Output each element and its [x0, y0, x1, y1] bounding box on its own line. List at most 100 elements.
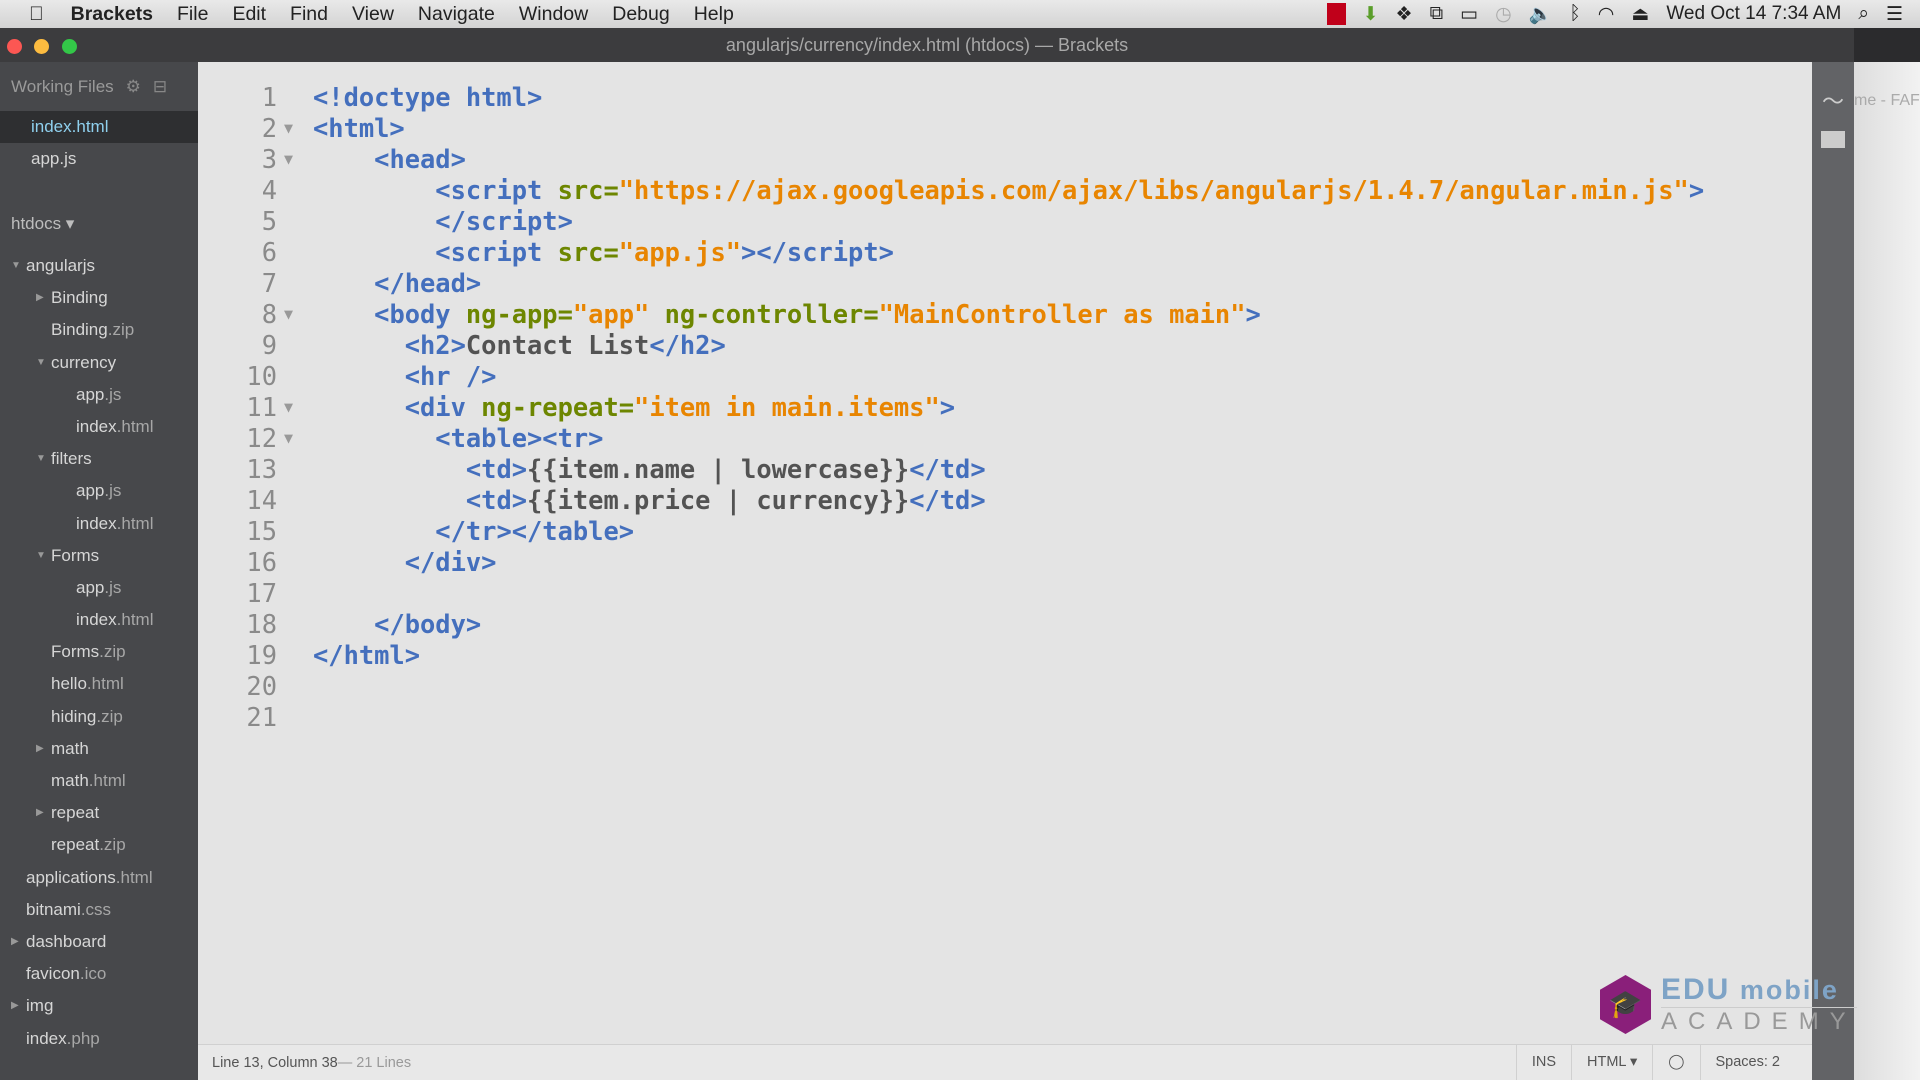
window-switch-icon[interactable]: ⧉	[1430, 3, 1444, 25]
code-text[interactable]: </html>	[313, 640, 420, 671]
minimize-window-button[interactable]	[34, 39, 49, 54]
line-number[interactable]: 18	[222, 609, 277, 640]
menu-edit[interactable]: Edit	[232, 3, 266, 26]
line-number[interactable]: 5	[222, 206, 277, 237]
tree-item-dashboard[interactable]: ▶ dashboard	[0, 926, 198, 958]
menu-window[interactable]: Window	[519, 3, 588, 26]
tree-item-app[interactable]: app.js	[0, 475, 198, 507]
tree-item-repeat[interactable]: ▶ repeat	[0, 797, 198, 829]
line-number[interactable]: 19	[222, 640, 277, 671]
tree-item-binding[interactable]: ▶ Binding	[0, 282, 198, 314]
line-number[interactable]: 6	[222, 237, 277, 268]
code-text[interactable]: </script>	[313, 206, 573, 237]
fold-arrow-icon[interactable]: ▼	[284, 423, 293, 454]
tree-item-favicon[interactable]: favicon.ico	[0, 958, 198, 990]
line-number[interactable]: 16	[222, 547, 277, 578]
caret-down-icon[interactable]: ▼	[11, 250, 21, 282]
line-number[interactable]: 12	[222, 423, 277, 454]
code-text[interactable]: </div>	[313, 547, 497, 578]
tree-item-applications[interactable]: applications.html	[0, 862, 198, 894]
code-text[interactable]: <script src="app.js"></script>	[313, 237, 894, 268]
apple-icon[interactable]: 	[29, 3, 44, 26]
line-number[interactable]: 1	[222, 82, 277, 113]
caret-right-icon[interactable]: ▶	[11, 926, 19, 958]
code-text[interactable]: <head>	[313, 144, 466, 175]
tree-item-angularjs[interactable]: ▼ angularjs	[0, 250, 198, 282]
code-text[interactable]: <body ng-app="app" ng-controller="MainCo…	[313, 299, 1261, 330]
line-number[interactable]: 14	[222, 485, 277, 516]
extension-manager-icon[interactable]	[1821, 131, 1845, 148]
caret-down-icon[interactable]: ▼	[36, 347, 46, 379]
display-icon[interactable]: ▭	[1460, 3, 1478, 26]
linter-status-icon[interactable]: ◯	[1652, 1045, 1699, 1080]
fold-arrow-icon[interactable]: ▼	[284, 299, 293, 330]
code-text[interactable]: </head>	[313, 268, 481, 299]
code-text[interactable]: </body>	[313, 609, 481, 640]
tree-item-app[interactable]: app.js	[0, 379, 198, 411]
tree-item-hello[interactable]: hello.html	[0, 668, 198, 700]
fold-arrow-icon[interactable]: ▼	[284, 392, 293, 423]
tree-item-bitnami[interactable]: bitnami.css	[0, 894, 198, 926]
project-dropdown[interactable]: htdocs ▾	[0, 209, 198, 238]
caret-down-icon[interactable]: ▼	[36, 540, 46, 572]
menu-find[interactable]: Find	[290, 3, 328, 26]
indent-spaces[interactable]: Spaces: 2	[1699, 1045, 1813, 1080]
bluetooth-icon[interactable]: ᛒ	[1569, 3, 1580, 25]
tree-item-index[interactable]: index.html	[0, 508, 198, 540]
caret-right-icon[interactable]: ▶	[36, 733, 44, 765]
video-icon[interactable]	[1326, 3, 1346, 25]
close-window-button[interactable]	[7, 39, 22, 54]
menu-file[interactable]: File	[177, 3, 208, 26]
line-number[interactable]: 20	[222, 671, 277, 702]
download-icon[interactable]: ⬇	[1363, 3, 1379, 26]
tree-item-math[interactable]: math.html	[0, 765, 198, 797]
maximize-window-button[interactable]	[62, 39, 77, 54]
language-select[interactable]: HTML ▾	[1571, 1045, 1652, 1080]
tree-item-index[interactable]: index.html	[0, 604, 198, 636]
gear-icon[interactable]: ⚙	[126, 77, 141, 97]
split-view-icon[interactable]: ⊟	[153, 77, 167, 97]
clock[interactable]: Wed Oct 14 7:34 AM	[1666, 3, 1841, 25]
tree-item-forms[interactable]: ▼ Forms	[0, 540, 198, 572]
line-number[interactable]: 15	[222, 516, 277, 547]
line-number[interactable]: 8	[222, 299, 277, 330]
line-number[interactable]: 4	[222, 175, 277, 206]
line-number[interactable]: 21	[222, 702, 277, 733]
menu-navigate[interactable]: Navigate	[418, 3, 495, 26]
code-text[interactable]: <h2>Contact List</h2>	[313, 330, 726, 361]
code-text[interactable]: <!doctype html>	[313, 82, 542, 113]
tree-item-math[interactable]: ▶ math	[0, 733, 198, 765]
code-editor[interactable]: 1 <!doctype html> 2 ▼ <html> 3 ▼ <head> 4 <scri…	[198, 62, 1812, 1044]
tree-item-repeat[interactable]: repeat.zip	[0, 829, 198, 861]
code-text[interactable]: <td>{{item.price | currency}}</td>	[313, 485, 986, 516]
line-number[interactable]: 3	[222, 144, 277, 175]
tree-item-currency[interactable]: ▼ currency	[0, 347, 198, 379]
insert-mode[interactable]: INS	[1515, 1045, 1571, 1080]
spotlight-icon[interactable]: ⌕	[1858, 3, 1869, 25]
tree-item-index[interactable]: index.php	[0, 1023, 198, 1055]
working-file-item[interactable]: index.html	[0, 111, 198, 143]
working-file-item[interactable]: app.js	[0, 143, 198, 175]
menu-app-name[interactable]: Brackets	[71, 3, 153, 26]
tree-item-binding[interactable]: Binding.zip	[0, 314, 198, 346]
wifi-icon[interactable]: ◠	[1598, 3, 1615, 26]
menu-view[interactable]: View	[352, 3, 394, 26]
code-text[interactable]: <table><tr>	[313, 423, 603, 454]
dropbox-icon[interactable]: ❖	[1396, 3, 1413, 26]
code-text[interactable]: <td>{{item.name | lowercase}}</td>	[313, 454, 986, 485]
line-number[interactable]: 7	[222, 268, 277, 299]
time-machine-icon[interactable]: ◷	[1495, 3, 1512, 26]
line-number[interactable]: 2	[222, 113, 277, 144]
fold-arrow-icon[interactable]: ▼	[284, 144, 293, 175]
line-number[interactable]: 13	[222, 454, 277, 485]
caret-right-icon[interactable]: ▶	[36, 282, 44, 314]
code-text[interactable]: <div ng-repeat="item in main.items">	[313, 392, 955, 423]
line-number[interactable]: 11	[222, 392, 277, 423]
tree-item-index[interactable]: index.html	[0, 411, 198, 443]
live-preview-icon[interactable]: 〜	[1812, 84, 1854, 116]
line-number[interactable]: 9	[222, 330, 277, 361]
line-number[interactable]: 17	[222, 578, 277, 609]
code-text[interactable]: <html>	[313, 113, 405, 144]
tree-item-forms[interactable]: Forms.zip	[0, 636, 198, 668]
code-text[interactable]: </tr></table>	[313, 516, 634, 547]
